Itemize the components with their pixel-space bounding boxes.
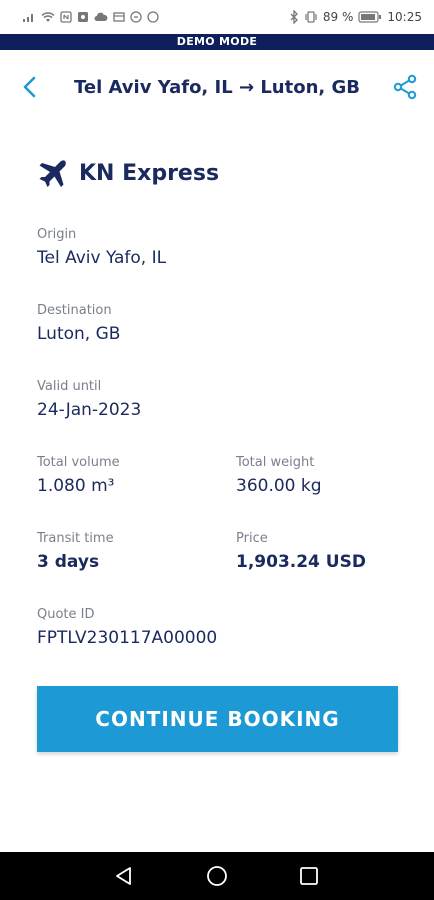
- nav-home-button[interactable]: [205, 864, 229, 888]
- battery-percent: 89 %: [322, 10, 354, 24]
- total-volume-value: 1.080 m³: [37, 476, 115, 496]
- valid-until-label: Valid until: [37, 379, 102, 394]
- continue-booking-button[interactable]: CONTINUE BOOKING: [37, 686, 398, 752]
- cloud-icon: [94, 12, 108, 21]
- quote-id-label: Quote ID: [37, 607, 95, 622]
- total-volume-field: Total volume 1.080 m³: [37, 454, 120, 498]
- origin-label: Origin: [37, 227, 77, 242]
- nfc-icon: [60, 11, 72, 23]
- quote-id-value: FPTLV230117A00000: [37, 628, 218, 648]
- mute-icon: [130, 11, 142, 23]
- chevron-left-icon: [23, 76, 36, 98]
- square-recents-icon: [300, 867, 318, 885]
- circle-home-icon: [207, 866, 227, 886]
- transit-time-field: Transit time 3 days: [37, 530, 114, 574]
- destination-value: Luton, GB: [37, 324, 121, 344]
- system-nav-bar: [0, 852, 434, 900]
- destination-field: Destination Luton, GB: [37, 302, 120, 346]
- valid-until-field: Valid until 24-Jan-2023: [37, 378, 141, 422]
- service-heading: KN Express: [37, 158, 219, 188]
- signal-icon: [23, 14, 33, 22]
- page-title: Tel Aviv Yafo, IL → Luton, GB: [73, 76, 360, 98]
- transit-time-value: 3 days: [37, 552, 100, 572]
- transit-time-label: Transit time: [37, 531, 114, 546]
- share-button[interactable]: [392, 74, 418, 100]
- airplane-icon: [39, 160, 66, 187]
- app-header: Tel Aviv Yafo, IL → Luton, GB: [0, 50, 434, 124]
- bluetooth-icon: [290, 10, 298, 24]
- destination-label: Destination: [37, 303, 112, 318]
- battery-icon: [358, 11, 382, 23]
- back-button[interactable]: [18, 74, 42, 100]
- total-volume-label: Total volume: [37, 455, 120, 470]
- vibrate-icon: [305, 11, 317, 23]
- demo-mode-banner: DEMO MODE: [0, 34, 434, 50]
- origin-value: Tel Aviv Yafo, IL: [37, 248, 167, 268]
- price-field: Price 1,903.24 USD: [236, 530, 366, 574]
- status-bar: 89 % 10:25: [0, 0, 434, 34]
- valid-until-value: 24-Jan-2023: [37, 400, 142, 420]
- total-weight-value: 360.00 kg: [236, 476, 322, 496]
- status-left-icons: [22, 11, 159, 23]
- total-weight-label: Total weight: [236, 455, 315, 470]
- price-value: 1,903.24 USD: [236, 552, 366, 572]
- origin-field: Origin Tel Aviv Yafo, IL: [37, 226, 166, 270]
- status-time: 10:25: [387, 10, 422, 24]
- circle-icon: [147, 11, 159, 23]
- price-label: Price: [236, 531, 268, 546]
- status-right-icons: 89 % 10:25: [289, 10, 422, 24]
- nav-back-button[interactable]: [112, 864, 136, 888]
- service-name: KN Express: [79, 160, 220, 186]
- total-weight-field: Total weight 360.00 kg: [236, 454, 322, 498]
- wifi-icon: [41, 12, 55, 22]
- nav-recents-button[interactable]: [297, 864, 321, 888]
- sim-icon: [78, 12, 88, 22]
- quote-details: KN Express Origin Tel Aviv Yafo, IL Dest…: [0, 124, 434, 852]
- quote-id-field: Quote ID FPTLV230117A00000: [37, 606, 217, 650]
- share-icon: [393, 74, 417, 100]
- data-icon: [113, 12, 125, 22]
- triangle-back-icon: [116, 867, 131, 885]
